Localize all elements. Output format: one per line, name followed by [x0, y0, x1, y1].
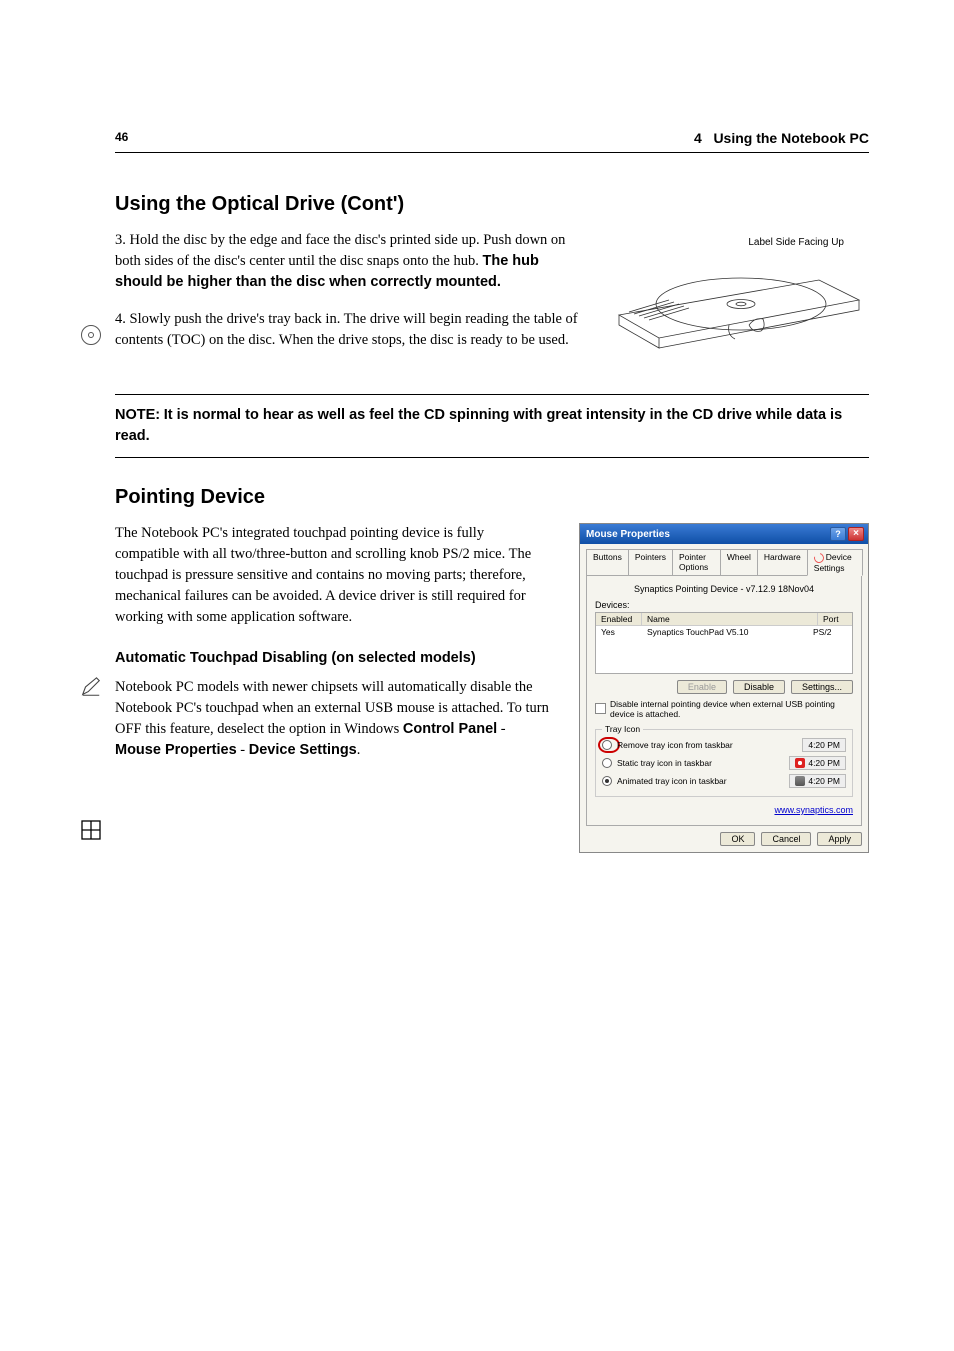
radio-remove-tray[interactable]	[602, 740, 612, 750]
synaptics-link[interactable]: www.synaptics.com	[774, 805, 853, 815]
tray-icon-legend: Tray Icon	[602, 724, 643, 734]
header-chapter: 4 Using the Notebook PC	[694, 130, 869, 146]
radio-animated-label: Animated tray icon in taskbar	[617, 776, 727, 786]
settings-button[interactable]: Settings...	[791, 680, 853, 694]
col-name[interactable]: Name	[642, 613, 818, 625]
radio-static-tray[interactable]	[602, 758, 612, 768]
tab-device-settings[interactable]: Device Settings	[807, 549, 863, 576]
optical-drive-icon	[81, 325, 101, 345]
apply-button[interactable]: Apply	[817, 832, 862, 846]
time-pill-1: 4:20 PM	[802, 738, 846, 752]
note-text: It is normal to hear as well as feel the…	[115, 407, 842, 444]
ok-button[interactable]: OK	[720, 832, 755, 846]
tab-buttons[interactable]: Buttons	[586, 549, 629, 576]
enable-button[interactable]: Enable	[677, 680, 727, 694]
dialog-titlebar[interactable]: Mouse Properties ? ×	[580, 524, 868, 544]
disable-button[interactable]: Disable	[733, 680, 785, 694]
pencil-icon	[80, 676, 102, 698]
section2-title: Pointing Device	[115, 486, 869, 509]
close-button[interactable]: ×	[848, 527, 864, 541]
page-header: 46 4 Using the Notebook PC	[115, 130, 869, 146]
section2-body: The Notebook PC's integrated touchpad po…	[115, 523, 551, 628]
cell-enabled: Yes	[601, 627, 647, 637]
tab-hardware[interactable]: Hardware	[757, 549, 808, 576]
static-tray-icon	[795, 758, 805, 768]
col-enabled[interactable]: Enabled	[596, 613, 642, 625]
dialog-tabs: Buttons Pointers Pointer Options Wheel H…	[586, 548, 862, 575]
time-pill-2: 4:20 PM	[789, 756, 846, 770]
table-row[interactable]: Yes Synaptics TouchPad V5.10 PS/2	[596, 626, 852, 638]
devices-table[interactable]: Enabled Name Port Yes Synaptics TouchPad…	[595, 612, 853, 674]
disc-label-caption: Label Side Facing Up	[748, 236, 844, 251]
section1-step4: 4. Slowly push the drive's tray back in.…	[115, 309, 581, 351]
cell-name: Synaptics TouchPad V5.10	[647, 627, 813, 637]
help-button[interactable]: ?	[830, 527, 846, 541]
header-page-number: 46	[115, 130, 128, 146]
radio-static-label: Static tray icon in taskbar	[617, 758, 712, 768]
tab-pointers[interactable]: Pointers	[628, 549, 673, 576]
driver-version-line: Synaptics Pointing Device - v7.12.9 18No…	[595, 584, 853, 594]
cancel-button[interactable]: Cancel	[761, 832, 811, 846]
disc-illustration: Label Side Facing Up	[599, 230, 869, 370]
note-label: NOTE:	[115, 407, 160, 423]
radio-remove-label: Remove tray icon from taskbar	[617, 740, 733, 750]
devices-label: Devices:	[595, 600, 853, 610]
auto-disable-heading: Automatic Touchpad Disabling (on selecte…	[115, 648, 551, 669]
cell-port: PS/2	[813, 627, 847, 637]
auto-disable-paragraph: Notebook PC models with newer chipsets w…	[115, 677, 551, 761]
time-pill-3: 4:20 PM	[789, 774, 846, 788]
dialog-title: Mouse Properties	[586, 529, 670, 540]
disable-internal-label: Disable internal pointing device when ex…	[610, 699, 853, 719]
touchpad-windows-icon	[81, 820, 101, 840]
tab-wheel[interactable]: Wheel	[720, 549, 758, 576]
animated-tray-icon	[795, 776, 805, 786]
mouse-properties-dialog: Mouse Properties ? × Buttons Pointers Po…	[579, 523, 869, 853]
radio-animated-tray[interactable]	[602, 776, 612, 786]
tab-pointer-options[interactable]: Pointer Options	[672, 549, 721, 576]
section1-title: Using the Optical Drive (Cont')	[115, 193, 869, 216]
col-port[interactable]: Port	[818, 613, 852, 625]
section1-step3: 3. Hold the disc by the edge and face th…	[115, 230, 581, 293]
header-rule	[115, 152, 869, 153]
disable-internal-checkbox[interactable]	[595, 703, 606, 714]
